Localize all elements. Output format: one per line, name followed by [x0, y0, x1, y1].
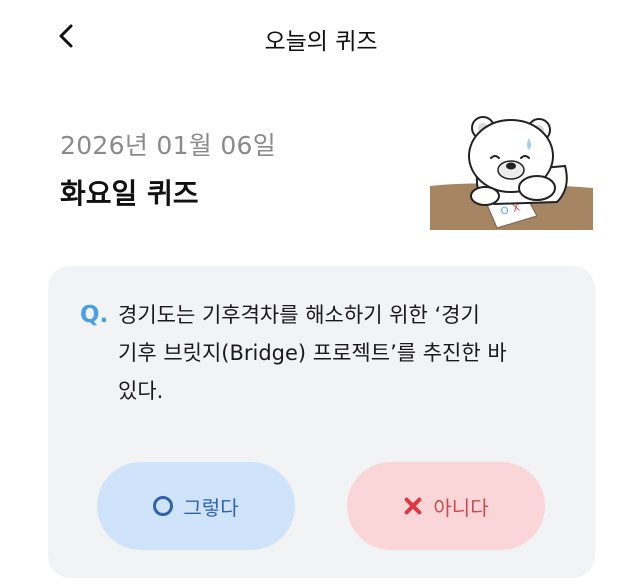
bear-mascot-illustration: O X: [430, 116, 593, 230]
question-line: 기후 브릿지(Bridge) 프로젝트’를 추진한 바: [118, 341, 507, 365]
quiz-title: 화요일 퀴즈: [60, 177, 199, 210]
answer-yes-button[interactable]: 그렇다: [97, 462, 295, 550]
question-marker: Q.: [80, 302, 109, 328]
question-text: 경기도는 기후격차를 해소하기 위한 ‘경기 기후 브릿지(Bridge) 프로…: [118, 296, 558, 410]
x-mark-icon: [403, 496, 423, 516]
question-line: 경기도는 기후격차를 해소하기 위한 ‘경기: [118, 303, 480, 327]
page-title: 오늘의 퀴즈: [264, 29, 378, 55]
quiz-date: 2026년 01월 06일: [60, 131, 277, 160]
answer-no-label: 아니다: [433, 495, 489, 520]
answer-yes-label: 그렇다: [183, 495, 239, 520]
circle-o-icon: [153, 496, 174, 516]
question-line: 있다.: [118, 379, 164, 403]
answer-no-button[interactable]: 아니다: [347, 462, 545, 550]
app-header: 오늘의 퀴즈: [0, 0, 642, 72]
